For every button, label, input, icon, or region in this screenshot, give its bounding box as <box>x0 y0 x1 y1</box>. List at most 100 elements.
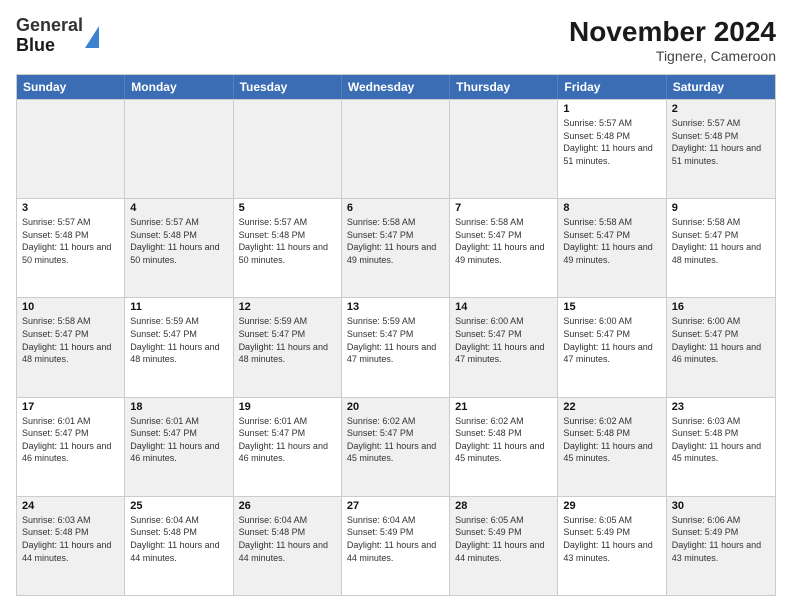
day-info: Sunrise: 6:01 AM Sunset: 5:47 PM Dayligh… <box>130 415 227 465</box>
calendar-cell: 12 Sunrise: 5:59 AM Sunset: 5:47 PM Dayli… <box>234 298 342 396</box>
weekday-header: Tuesday <box>234 75 342 99</box>
calendar-cell: 26 Sunrise: 6:04 AM Sunset: 5:48 PM Dayli… <box>234 497 342 595</box>
calendar-row: 24Sunrise: 6:03 AM Sunset: 5:48 PM Dayli… <box>17 496 775 595</box>
calendar-cell: 20Sunrise: 6:02 AM Sunset: 5:47 PM Dayli… <box>342 398 450 496</box>
day-number: 14 <box>455 301 552 313</box>
calendar-cell: 9 Sunrise: 5:58 AM Sunset: 5:47 PM Daylig… <box>667 199 775 297</box>
day-info: Sunrise: 6:04 AM Sunset: 5:48 PM Dayligh… <box>130 514 227 564</box>
calendar-cell: 18 Sunrise: 6:01 AM Sunset: 5:47 PM Dayli… <box>125 398 233 496</box>
day-number: 28 <box>455 500 552 512</box>
calendar-cell: 22 Sunrise: 6:02 AM Sunset: 5:48 PM Dayli… <box>558 398 666 496</box>
day-info: Sunrise: 6:02 AM Sunset: 5:48 PM Dayligh… <box>455 415 552 465</box>
calendar-cell: 25 Sunrise: 6:04 AM Sunset: 5:48 PM Dayli… <box>125 497 233 595</box>
calendar-cell: 27 Sunrise: 6:04 AM Sunset: 5:49 PM Dayli… <box>342 497 450 595</box>
day-info: Sunrise: 6:00 AM Sunset: 5:47 PM Dayligh… <box>563 315 660 365</box>
day-number: 6 <box>347 202 444 214</box>
day-number: 16 <box>672 301 770 313</box>
day-number: 17 <box>22 401 119 413</box>
calendar-cell: 2Sunrise: 5:57 AM Sunset: 5:48 PM Daylig… <box>667 100 775 198</box>
calendar-cell: 15 Sunrise: 6:00 AM Sunset: 5:47 PM Dayli… <box>558 298 666 396</box>
day-number: 18 <box>130 401 227 413</box>
day-info: Sunrise: 6:00 AM Sunset: 5:47 PM Dayligh… <box>455 315 552 365</box>
title-area: November 2024 Tignere, Cameroon <box>569 16 776 64</box>
calendar-cell: 4 Sunrise: 5:57 AM Sunset: 5:48 PM Daylig… <box>125 199 233 297</box>
day-info: Sunrise: 5:58 AM Sunset: 5:47 PM Dayligh… <box>22 315 119 365</box>
calendar-cell: 7Sunrise: 5:58 AM Sunset: 5:47 PM Daylig… <box>450 199 558 297</box>
day-number: 15 <box>563 301 660 313</box>
calendar-cell <box>342 100 450 198</box>
calendar-body: 1 Sunrise: 5:57 AM Sunset: 5:48 PM Daylig… <box>17 99 775 595</box>
day-info: Sunrise: 6:05 AM Sunset: 5:49 PM Dayligh… <box>563 514 660 564</box>
day-info: Sunrise: 6:01 AM Sunset: 5:47 PM Dayligh… <box>239 415 336 465</box>
day-number: 23 <box>672 401 770 413</box>
weekday-header: Saturday <box>667 75 775 99</box>
calendar-cell: 19Sunrise: 6:01 AM Sunset: 5:47 PM Dayli… <box>234 398 342 496</box>
day-number: 5 <box>239 202 336 214</box>
logo-line1: General <box>16 16 83 36</box>
calendar-cell: 21 Sunrise: 6:02 AM Sunset: 5:48 PM Dayli… <box>450 398 558 496</box>
day-info: Sunrise: 5:58 AM Sunset: 5:47 PM Dayligh… <box>563 216 660 266</box>
calendar-row: 3 Sunrise: 5:57 AM Sunset: 5:48 PM Daylig… <box>17 198 775 297</box>
calendar-cell <box>17 100 125 198</box>
day-number: 12 <box>239 301 336 313</box>
day-number: 9 <box>672 202 770 214</box>
day-number: 4 <box>130 202 227 214</box>
day-number: 1 <box>563 103 660 115</box>
calendar-cell: 10 Sunrise: 5:58 AM Sunset: 5:47 PM Dayli… <box>17 298 125 396</box>
weekday-header: Thursday <box>450 75 558 99</box>
calendar-cell: 3Sunrise: 5:57 AM Sunset: 5:48 PM Daylig… <box>17 199 125 297</box>
calendar-cell <box>234 100 342 198</box>
day-info: Sunrise: 5:58 AM Sunset: 5:47 PM Dayligh… <box>347 216 444 266</box>
month-title: November 2024 <box>569 16 776 48</box>
calendar-row: 10 Sunrise: 5:58 AM Sunset: 5:47 PM Dayli… <box>17 297 775 396</box>
header: General Blue November 2024 Tignere, Came… <box>16 16 776 64</box>
page: General Blue November 2024 Tignere, Came… <box>0 0 792 612</box>
day-info: Sunrise: 5:57 AM Sunset: 5:48 PM Dayligh… <box>563 117 660 167</box>
day-info: Sunrise: 6:04 AM Sunset: 5:48 PM Dayligh… <box>239 514 336 564</box>
day-info: Sunrise: 6:04 AM Sunset: 5:49 PM Dayligh… <box>347 514 444 564</box>
day-number: 3 <box>22 202 119 214</box>
calendar-cell: 28 Sunrise: 6:05 AM Sunset: 5:49 PM Dayli… <box>450 497 558 595</box>
calendar-header: SundayMondayTuesdayWednesdayThursdayFrid… <box>17 75 775 99</box>
day-info: Sunrise: 6:00 AM Sunset: 5:47 PM Dayligh… <box>672 315 770 365</box>
calendar-cell: 24Sunrise: 6:03 AM Sunset: 5:48 PM Dayli… <box>17 497 125 595</box>
weekday-header: Sunday <box>17 75 125 99</box>
day-number: 29 <box>563 500 660 512</box>
day-info: Sunrise: 5:59 AM Sunset: 5:47 PM Dayligh… <box>239 315 336 365</box>
day-info: Sunrise: 5:58 AM Sunset: 5:47 PM Dayligh… <box>455 216 552 266</box>
day-number: 21 <box>455 401 552 413</box>
day-info: Sunrise: 6:02 AM Sunset: 5:48 PM Dayligh… <box>563 415 660 465</box>
calendar-cell: 6 Sunrise: 5:58 AM Sunset: 5:47 PM Daylig… <box>342 199 450 297</box>
weekday-header: Wednesday <box>342 75 450 99</box>
weekday-header: Friday <box>558 75 666 99</box>
day-number: 10 <box>22 301 119 313</box>
day-info: Sunrise: 6:03 AM Sunset: 5:48 PM Dayligh… <box>22 514 119 564</box>
calendar-cell: 23 Sunrise: 6:03 AM Sunset: 5:48 PM Dayli… <box>667 398 775 496</box>
calendar-cell: 8 Sunrise: 5:58 AM Sunset: 5:47 PM Daylig… <box>558 199 666 297</box>
calendar-cell <box>450 100 558 198</box>
day-info: Sunrise: 6:03 AM Sunset: 5:48 PM Dayligh… <box>672 415 770 465</box>
day-number: 8 <box>563 202 660 214</box>
calendar-row: 1 Sunrise: 5:57 AM Sunset: 5:48 PM Daylig… <box>17 99 775 198</box>
calendar-cell: 11 Sunrise: 5:59 AM Sunset: 5:47 PM Dayli… <box>125 298 233 396</box>
logo-line2: Blue <box>16 36 83 56</box>
day-number: 2 <box>672 103 770 115</box>
day-info: Sunrise: 5:57 AM Sunset: 5:48 PM Dayligh… <box>130 216 227 266</box>
calendar: SundayMondayTuesdayWednesdayThursdayFrid… <box>16 74 776 596</box>
day-number: 26 <box>239 500 336 512</box>
day-info: Sunrise: 5:59 AM Sunset: 5:47 PM Dayligh… <box>130 315 227 365</box>
day-number: 27 <box>347 500 444 512</box>
day-number: 30 <box>672 500 770 512</box>
calendar-cell: 5 Sunrise: 5:57 AM Sunset: 5:48 PM Daylig… <box>234 199 342 297</box>
day-number: 22 <box>563 401 660 413</box>
day-number: 11 <box>130 301 227 313</box>
calendar-cell: 17Sunrise: 6:01 AM Sunset: 5:47 PM Dayli… <box>17 398 125 496</box>
day-number: 25 <box>130 500 227 512</box>
day-info: Sunrise: 6:05 AM Sunset: 5:49 PM Dayligh… <box>455 514 552 564</box>
calendar-cell: 29 Sunrise: 6:05 AM Sunset: 5:49 PM Dayli… <box>558 497 666 595</box>
weekday-header: Monday <box>125 75 233 99</box>
logo: General Blue <box>16 16 99 56</box>
day-info: Sunrise: 5:58 AM Sunset: 5:47 PM Dayligh… <box>672 216 770 266</box>
day-number: 20 <box>347 401 444 413</box>
day-info: Sunrise: 5:57 AM Sunset: 5:48 PM Dayligh… <box>239 216 336 266</box>
